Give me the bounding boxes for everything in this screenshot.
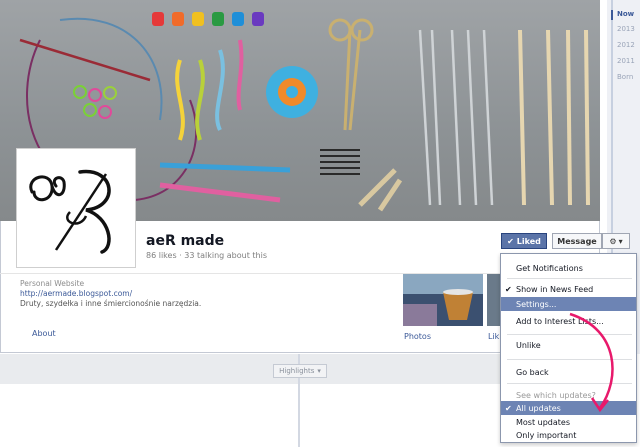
- page-description: Druty, szydełka i inne śmiercionośnie na…: [20, 299, 202, 308]
- liked-button[interactable]: ✔ Liked: [501, 233, 547, 249]
- check-icon: ✔: [505, 284, 512, 294]
- timeline-year-born[interactable]: Born: [617, 73, 633, 81]
- photo-image: [403, 274, 483, 326]
- menu-item-label: Show in News Feed: [516, 284, 594, 294]
- tab-photos[interactable]: Photos: [404, 332, 431, 341]
- check-icon: ✔: [507, 236, 514, 246]
- menu-item-label: Get Notifications: [516, 263, 583, 273]
- chevron-down-icon: ▾: [317, 367, 321, 375]
- menu-separator: [507, 278, 632, 279]
- page-title: aeR made: [146, 233, 225, 249]
- message-button[interactable]: Message: [552, 233, 602, 249]
- menu-item-get-notifications[interactable]: Get Notifications: [501, 261, 636, 275]
- menu-item-label: All updates: [516, 403, 561, 413]
- menu-item-label: Only important: [516, 430, 577, 440]
- website-label: Personal Website: [20, 279, 85, 288]
- website-link[interactable]: http://aermade.blogspot.com/: [20, 289, 380, 298]
- menu-item-label: Settings...: [516, 299, 557, 309]
- menu-item-label: Go back: [516, 367, 549, 377]
- timeline-year-2011[interactable]: 2011: [617, 57, 635, 65]
- page-info: Personal Website http://aermade.blogspot…: [20, 279, 380, 308]
- timeline-year-2012[interactable]: 2012: [617, 41, 635, 49]
- aer-logo-icon: [29, 169, 111, 254]
- menu-item-show-in-news-feed[interactable]: ✔ Show in News Feed: [501, 282, 636, 296]
- annotation-arrow-icon: [569, 312, 614, 413]
- timeline-year-2013[interactable]: 2013: [617, 25, 635, 33]
- gear-icon: ⚙: [609, 236, 617, 246]
- menu-item-only-important[interactable]: Only important: [501, 428, 636, 442]
- tab-about[interactable]: About: [32, 329, 56, 338]
- highlights-button[interactable]: Highlights ▾: [273, 364, 327, 378]
- menu-item-settings[interactable]: Settings...: [501, 297, 636, 311]
- likes-thumbnail[interactable]: [487, 274, 501, 326]
- timeline-year-now[interactable]: Now: [610, 10, 634, 20]
- gear-button[interactable]: ⚙ ▾: [602, 233, 630, 249]
- chevron-down-icon: ▾: [618, 236, 623, 246]
- tab-likes[interactable]: Lik: [488, 332, 499, 341]
- check-icon: ✔: [505, 403, 512, 413]
- highlights-label: Highlights: [279, 367, 315, 375]
- menu-item-label: Unlike: [516, 340, 541, 350]
- photos-thumbnail[interactable]: [403, 274, 483, 326]
- profile-avatar[interactable]: [16, 148, 136, 268]
- page-stats: 86 likes · 33 talking about this: [146, 251, 267, 260]
- liked-label: Liked: [516, 236, 541, 246]
